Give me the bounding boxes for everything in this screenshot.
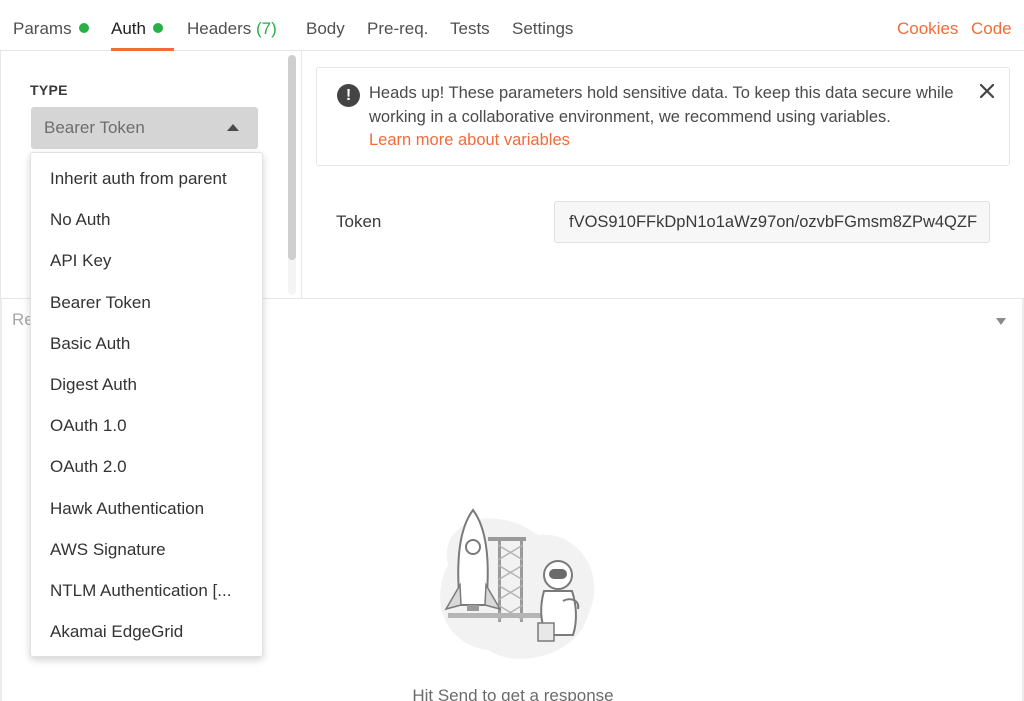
tab-label: Headers (187, 19, 252, 38)
tab-label: Auth (111, 19, 146, 38)
chevron-down-icon[interactable] (996, 318, 1006, 325)
send-hint: Hit Send to get a response (412, 686, 614, 701)
option-aws-signature[interactable]: AWS Signature (31, 529, 262, 570)
token-label: Token (336, 212, 382, 231)
selected-type: Bearer Token (44, 118, 145, 137)
tab-label: Body (306, 19, 345, 38)
status-dot-icon (78, 23, 89, 33)
tab-headers[interactable]: Headers (7) (187, 0, 277, 50)
option-basic-auth[interactable]: Basic Auth (31, 323, 262, 364)
option-oauth-1[interactable]: OAuth 1.0 (31, 405, 262, 446)
tab-tests[interactable]: Tests (450, 0, 490, 50)
auth-type-dropdown: Inherit auth from parent No Auth API Key… (30, 152, 263, 657)
option-ntlm-auth[interactable]: NTLM Authentication [... (31, 570, 262, 611)
notice-text: Heads up! These parameters hold sensitiv… (369, 84, 954, 126)
tab-label: Settings (512, 19, 574, 38)
option-no-auth[interactable]: No Auth (31, 199, 262, 240)
token-input[interactable] (554, 201, 990, 243)
option-inherit-auth[interactable]: Inherit auth from parent (31, 158, 262, 199)
cookies-link[interactable]: Cookies (897, 0, 958, 58)
option-bearer-token[interactable]: Bearer Token (31, 282, 262, 323)
close-icon[interactable] (979, 83, 995, 99)
tab-label: Params (13, 19, 72, 38)
rocket-astronaut-illustration (440, 508, 595, 659)
request-editor: Params Auth Headers (7) Body Pre-req. Te… (0, 0, 1024, 701)
scrollbar-thumb[interactable] (288, 55, 296, 260)
headers-count: (7) (256, 19, 277, 38)
tab-body[interactable]: Body (306, 0, 345, 50)
option-oauth-2[interactable]: OAuth 2.0 (31, 446, 262, 487)
code-link[interactable]: Code (971, 0, 1012, 58)
tab-params[interactable]: Params (13, 0, 89, 50)
option-hawk-auth[interactable]: Hawk Authentication (31, 488, 262, 529)
tab-label: Pre-req. (367, 19, 429, 38)
request-tabs: Params Auth Headers (7) Body Pre-req. Te… (0, 0, 1024, 51)
option-akamai-edgegrid[interactable]: Akamai EdgeGrid (31, 611, 262, 652)
tab-auth[interactable]: Auth (111, 0, 174, 51)
caret-up-icon (227, 124, 239, 131)
learn-more-link[interactable]: Learn more about variables (369, 129, 570, 153)
sensitive-data-notice: ! Heads up! These parameters hold sensit… (316, 67, 1010, 166)
scrollbar[interactable] (288, 55, 296, 295)
tab-settings[interactable]: Settings (512, 0, 573, 50)
tab-pre-request[interactable]: Pre-req. (367, 0, 428, 50)
option-digest-auth[interactable]: Digest Auth (31, 364, 262, 405)
option-api-key[interactable]: API Key (31, 240, 262, 281)
status-dot-icon (152, 23, 163, 33)
exclamation-icon: ! (337, 84, 360, 107)
auth-type-select[interactable]: Bearer Token (31, 107, 258, 149)
type-label: TYPE (30, 82, 68, 98)
tab-label: Tests (450, 19, 490, 38)
